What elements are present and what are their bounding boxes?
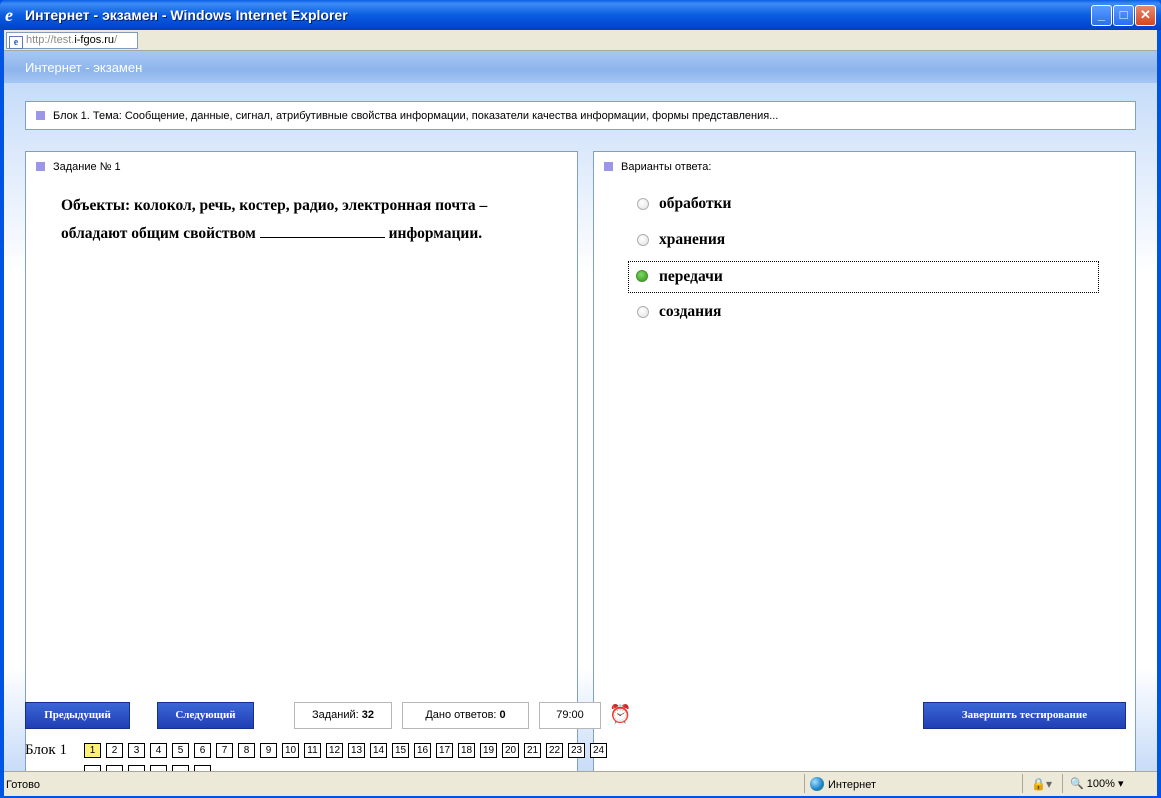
address-tail: / <box>114 34 118 46</box>
question-line-1: Объекты: колокол, речь, костер, радио, э… <box>61 197 488 214</box>
answers-panel: Варианты ответа: обработки хранения пере… <box>593 151 1136 771</box>
answer-blank <box>259 223 385 238</box>
status-separator <box>1062 774 1063 793</box>
question-number-button[interactable]: 15 <box>392 743 409 758</box>
question-line-2-start: обладают общим свойством <box>61 225 256 242</box>
previous-button[interactable]: Предыдущий <box>25 702 130 729</box>
block-2-navigation <box>25 763 225 771</box>
task-label: Задание № 1 <box>53 161 121 173</box>
answer-option-label: хранения <box>659 231 726 248</box>
address-bar: e http://test.i-fgos.ru/ <box>4 30 1157 51</box>
timer-value: 79:00 <box>556 709 584 721</box>
question-number-button[interactable]: 21 <box>524 743 541 758</box>
block-title-panel: Блок 1. Тема: Сообщение, данные, сигнал,… <box>25 101 1136 130</box>
question-number-button[interactable]: 6 <box>194 743 211 758</box>
question-line-2-end: информации. <box>388 225 483 242</box>
square-marker-icon <box>36 111 45 120</box>
block-title: Блок 1. Тема: Сообщение, данные, сигнал,… <box>53 110 779 122</box>
tasks-count-label: Заданий: <box>311 709 359 721</box>
question-number-button[interactable]: 23 <box>568 743 585 758</box>
question-number-button[interactable]: 18 <box>458 743 475 758</box>
ie-logo-icon: e <box>5 5 13 25</box>
question-number-button[interactable]: 14 <box>370 743 387 758</box>
zone-label: Интернет <box>828 779 876 791</box>
question-number-button[interactable]: 9 <box>260 743 277 758</box>
question-number-button[interactable]: 7 <box>216 743 233 758</box>
question-number-button[interactable]: 19 <box>480 743 497 758</box>
question-number-button[interactable]: 17 <box>436 743 453 758</box>
protected-mode-icon[interactable]: 🔒▾ <box>1031 777 1052 791</box>
radio-button[interactable] <box>637 306 649 318</box>
question-number-button[interactable]: 10 <box>282 743 299 758</box>
question-number-button[interactable]: 3 <box>128 743 145 758</box>
status-separator <box>804 774 805 793</box>
radio-button-checked[interactable] <box>636 270 648 282</box>
answer-option-3[interactable]: передачи <box>628 261 1099 293</box>
square-marker-icon <box>36 162 45 171</box>
maximize-button[interactable]: □ <box>1113 5 1134 26</box>
answer-option-label: передачи <box>659 268 723 285</box>
answered-count-value: 0 <box>499 709 506 721</box>
answered-count-label: Дано ответов: <box>425 709 497 721</box>
page-icon: e <box>9 36 23 49</box>
address-field[interactable]: e http://test.i-fgos.ru/ <box>6 32 138 49</box>
tasks-count-value: 32 <box>361 709 375 721</box>
radio-button[interactable] <box>637 234 649 246</box>
close-button[interactable]: ✕ <box>1135 5 1156 26</box>
status-bar: Готово Интернет 🔒▾ 🔍 100% ▾ <box>4 771 1157 796</box>
question-number-button[interactable]: 16 <box>414 743 431 758</box>
answer-option-label: создания <box>659 303 722 320</box>
timer-box: 79:00 <box>539 702 601 729</box>
tasks-count-box: Заданий: 32 <box>294 702 392 729</box>
question-number-button[interactable]: 12 <box>326 743 343 758</box>
next-button[interactable]: Следующий <box>157 702 254 729</box>
radio-button[interactable] <box>637 198 649 210</box>
browser-window: e Интернет - экзамен - Windows Internet … <box>0 0 1161 798</box>
security-zone[interactable]: Интернет <box>810 777 876 791</box>
zoom-level: 100% <box>1086 778 1115 790</box>
question-number-button[interactable]: 11 <box>304 743 321 758</box>
title-bar[interactable]: e Интернет - экзамен - Windows Internet … <box>0 0 1161 30</box>
question-number-button[interactable]: 20 <box>502 743 519 758</box>
answered-count-box: Дано ответов: 0 <box>402 702 529 729</box>
question-number-button[interactable]: 8 <box>238 743 255 758</box>
status-separator <box>1022 774 1023 793</box>
alarm-clock-icon: ⏰ <box>609 704 632 724</box>
app-header: Интернет - экзамен <box>4 51 1157 83</box>
window-title: Интернет - экзамен - Windows Internet Ex… <box>25 7 348 23</box>
question-number-button[interactable]: 13 <box>348 743 365 758</box>
answers-label-row: Варианты ответа: <box>604 161 711 173</box>
question-number-button[interactable]: 1 <box>84 743 101 758</box>
status-text: Готово <box>6 779 40 791</box>
question-text: Объекты: колокол, речь, костер, радио, э… <box>61 192 561 248</box>
answer-option-4[interactable]: создания <box>629 297 1099 329</box>
question-number-button[interactable]: 5 <box>172 743 189 758</box>
task-label-row: Задание № 1 <box>36 161 121 173</box>
answer-option-1[interactable]: обработки <box>629 189 1099 221</box>
address-domain: i-fgos.ru <box>74 34 115 46</box>
task-panel: Задание № 1 Объекты: колокол, речь, кост… <box>25 151 578 771</box>
finish-test-button[interactable]: Завершить тестирование <box>923 702 1126 729</box>
question-number-button[interactable]: 4 <box>150 743 167 758</box>
answers-label: Варианты ответа: <box>621 161 712 173</box>
zoom-control[interactable]: 🔍 100% ▾ <box>1070 777 1123 790</box>
question-number-button[interactable]: 2 <box>106 743 123 758</box>
page-content: Интернет - экзамен Блок 1. Тема: Сообщен… <box>4 51 1157 771</box>
app-title: Интернет - экзамен <box>25 60 143 75</box>
address-host: http://test. <box>26 34 75 46</box>
question-number-button[interactable]: 22 <box>546 743 563 758</box>
globe-icon <box>810 777 824 791</box>
answer-option-label: обработки <box>659 195 732 212</box>
square-marker-icon <box>604 162 613 171</box>
block-1-label: Блок 1 <box>25 742 67 758</box>
answer-option-2[interactable]: хранения <box>629 225 1099 257</box>
question-number-button[interactable]: 24 <box>590 743 607 758</box>
minimize-button[interactable]: _ <box>1091 5 1112 26</box>
